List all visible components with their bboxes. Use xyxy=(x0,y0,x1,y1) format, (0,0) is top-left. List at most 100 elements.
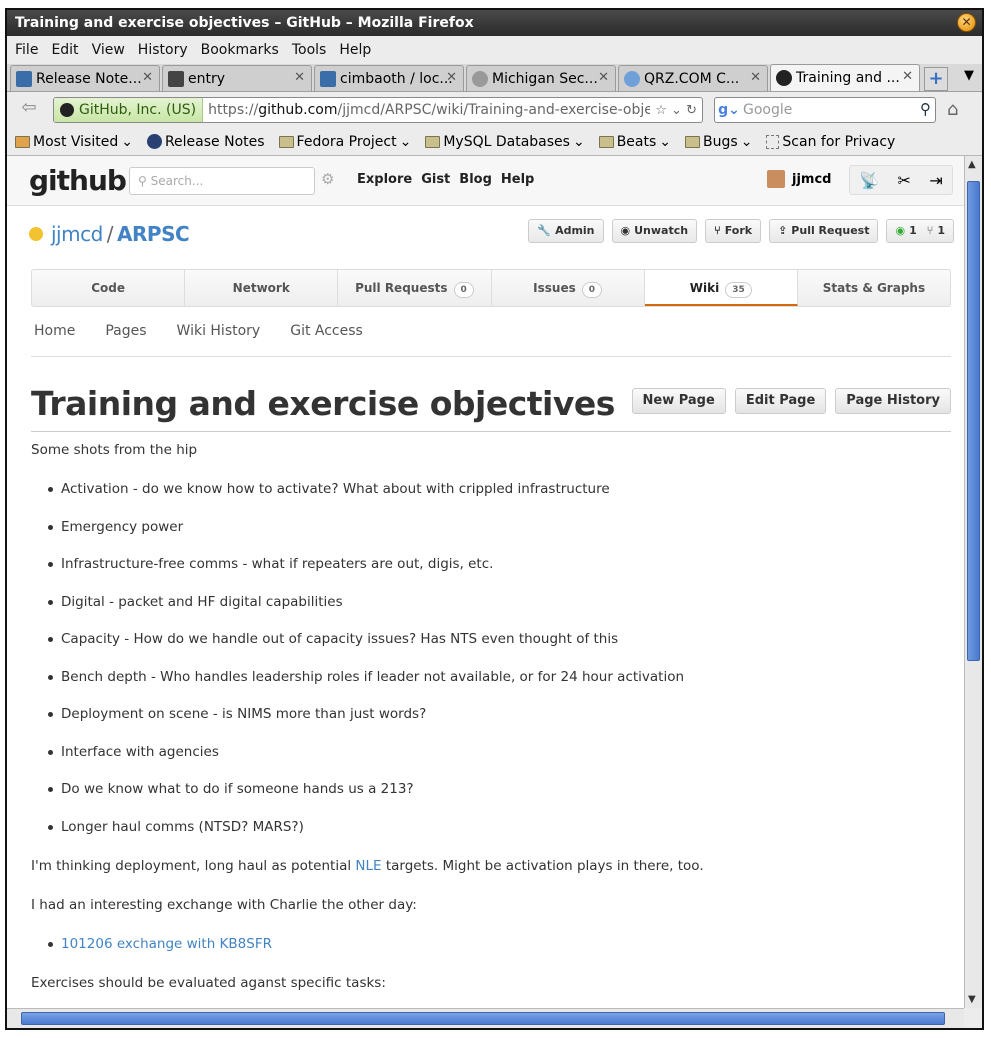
list-item: Longer haul comms (NTSD? MARS?) xyxy=(31,818,951,836)
nav-help[interactable]: Help xyxy=(501,172,534,187)
bookmark-scan-for-privacy[interactable]: Scan for Privacy xyxy=(766,134,895,150)
search-bar[interactable]: g⌄ Google ⚲ xyxy=(714,97,936,123)
bookmark-label: MySQL Databases xyxy=(443,133,570,150)
wiki-actions: New Page Edit Page Page History xyxy=(631,388,951,414)
wiki-nav-history[interactable]: Wiki History xyxy=(177,323,261,356)
tab-close-icon[interactable]: ✕ xyxy=(750,66,761,90)
new-page-button[interactable]: New Page xyxy=(631,388,726,414)
browser-tab-active[interactable]: Training and ... ✕ xyxy=(770,64,920,91)
nle-link[interactable]: NLE xyxy=(355,858,381,874)
nav-gist[interactable]: Gist xyxy=(421,172,450,187)
pull-request-icon: ⇪ xyxy=(778,224,788,237)
bookmark-mysql-databases[interactable]: MySQL Databases ⌄ xyxy=(425,133,585,150)
tab-network[interactable]: Network xyxy=(185,270,339,306)
tab-issues[interactable]: Issues 0 xyxy=(492,270,645,306)
edit-page-button[interactable]: Edit Page xyxy=(734,388,827,414)
repo-stats[interactable]: ◉ 1 ⑂ 1 xyxy=(886,219,954,243)
horizontal-scrollbar[interactable] xyxy=(7,1008,964,1028)
google-icon[interactable]: g⌄ xyxy=(715,102,743,118)
tab-label: entry xyxy=(188,70,226,87)
wiki-nav-git-access[interactable]: Git Access xyxy=(290,323,363,356)
tab-close-icon[interactable]: ✕ xyxy=(598,66,609,90)
bookmark-label: Release Notes xyxy=(164,133,265,150)
gear-icon[interactable]: ⚙ xyxy=(321,170,334,188)
star-icon[interactable]: ☆ xyxy=(655,103,667,118)
bookmark-bugs[interactable]: Bugs ⌄ xyxy=(685,134,752,150)
back-arrow-icon[interactable]: ⇦ xyxy=(13,97,45,123)
browser-tab[interactable]: entry ✕ xyxy=(162,65,312,91)
tab-code[interactable]: Code xyxy=(32,270,186,306)
user-menu[interactable]: jjmcd xyxy=(767,170,831,188)
github-logo[interactable]: github xyxy=(29,164,127,197)
list-item: Infrastructure-free comms - what if repe… xyxy=(31,555,951,573)
tab-close-icon[interactable]: ✕ xyxy=(902,65,913,89)
chevron-down-icon[interactable]: ▼ xyxy=(964,68,974,83)
site-identity[interactable]: GitHub, Inc. (US) xyxy=(54,98,204,122)
repo-owner-link[interactable]: jjmcd xyxy=(51,222,103,246)
scroll-down-icon[interactable]: ▼ xyxy=(968,994,976,1005)
window-close-button[interactable]: ✕ xyxy=(957,13,976,32)
tab-wiki[interactable]: Wiki 35 xyxy=(644,270,798,306)
settings-tools-icon[interactable]: ✂ xyxy=(898,171,911,190)
menu-view[interactable]: View xyxy=(92,36,125,64)
vertical-scrollbar[interactable]: ▲ ▼ xyxy=(964,156,982,1008)
browser-tab[interactable]: cimbaoth / loc... ✕ xyxy=(314,65,464,91)
username[interactable]: jjmcd xyxy=(792,172,831,187)
wiki-nav-home[interactable]: Home xyxy=(34,323,75,356)
repo-name-link[interactable]: ARPSC xyxy=(117,222,190,246)
unwatch-button[interactable]: ◉ Unwatch xyxy=(611,219,698,243)
tab-close-icon[interactable]: ✕ xyxy=(446,66,457,90)
eye-icon: ◉ xyxy=(620,224,631,237)
eye-icon: ◉ xyxy=(895,224,906,237)
page-history-button[interactable]: Page History xyxy=(835,388,951,414)
exchange-list: 101206 exchange with KB8SFR xyxy=(31,935,951,953)
tab-close-icon[interactable]: ✕ xyxy=(294,66,305,90)
url-bar[interactable]: GitHub, Inc. (US) https://github.com/jjm… xyxy=(53,97,703,123)
menu-bookmarks[interactable]: Bookmarks xyxy=(201,36,279,64)
browser-tab[interactable]: QRZ.COM C... ✕ xyxy=(618,65,768,91)
folder-icon xyxy=(598,135,614,148)
nav-explore[interactable]: Explore xyxy=(357,172,412,187)
scroll-up-icon[interactable]: ▲ xyxy=(968,159,976,170)
github-header: github ⚲ Search... ⚙ Explore Gist Blog H… xyxy=(7,156,964,206)
pull-request-button[interactable]: ⇪ Pull Request xyxy=(769,219,879,243)
fork-button[interactable]: ⑂ Fork xyxy=(705,219,762,243)
menu-tools[interactable]: Tools xyxy=(292,36,327,64)
search-icon[interactable]: ⚲ xyxy=(920,100,931,118)
url-text[interactable]: https://github.com/jjmcd/ARPSC/wiki/Trai… xyxy=(203,102,650,118)
menu-help[interactable]: Help xyxy=(339,36,371,64)
identity-label: GitHub, Inc. (US) xyxy=(79,102,197,118)
tab-label: Michigan Sec... xyxy=(492,70,598,87)
folder-icon xyxy=(425,135,441,148)
tab-pull-requests[interactable]: Pull Requests 0 xyxy=(338,270,492,306)
home-icon[interactable]: ⌂ xyxy=(947,99,958,120)
chevron-down-icon[interactable]: ⌄ xyxy=(671,103,682,118)
vertical-scroll-thumb[interactable] xyxy=(967,181,980,661)
url-bar-icons: ☆ ⌄ ↻ xyxy=(650,103,702,118)
notifications-icon[interactable]: 📡 xyxy=(859,171,879,190)
github-search-input[interactable]: ⚲ Search... xyxy=(129,167,315,195)
nav-blog[interactable]: Blog xyxy=(459,172,492,187)
wiki-nav-pages[interactable]: Pages xyxy=(105,323,146,356)
bookmark-release-notes[interactable]: Release Notes xyxy=(146,133,265,150)
bookmark-beats[interactable]: Beats ⌄ xyxy=(598,134,671,150)
folder-icon xyxy=(685,135,701,148)
tab-label: Training and ... xyxy=(796,70,900,86)
browser-tab[interactable]: Michigan Sec... ✕ xyxy=(466,65,616,91)
list-item: Emergency power xyxy=(31,518,951,536)
admin-button[interactable]: 🔧 Admin xyxy=(528,219,604,243)
new-tab-button[interactable]: + xyxy=(924,67,948,91)
logout-icon[interactable]: ⇥ xyxy=(929,171,942,190)
menu-file[interactable]: File xyxy=(15,36,38,64)
bookmark-most-visited[interactable]: Most Visited ⌄ xyxy=(15,134,133,150)
menu-history[interactable]: History xyxy=(138,36,188,64)
browser-tab[interactable]: Release Note... ✕ xyxy=(10,65,160,91)
tab-close-icon[interactable]: ✕ xyxy=(142,66,153,90)
bookmark-fedora-project[interactable]: Fedora Project ⌄ xyxy=(278,134,411,150)
tab-stats-graphs[interactable]: Stats & Graphs xyxy=(798,270,950,306)
button-label: Unwatch xyxy=(634,224,689,237)
horizontal-scroll-thumb[interactable] xyxy=(21,1012,945,1025)
exchange-link[interactable]: 101206 exchange with KB8SFR xyxy=(61,936,272,952)
menu-edit[interactable]: Edit xyxy=(51,36,78,64)
reload-icon[interactable]: ↻ xyxy=(686,103,697,118)
